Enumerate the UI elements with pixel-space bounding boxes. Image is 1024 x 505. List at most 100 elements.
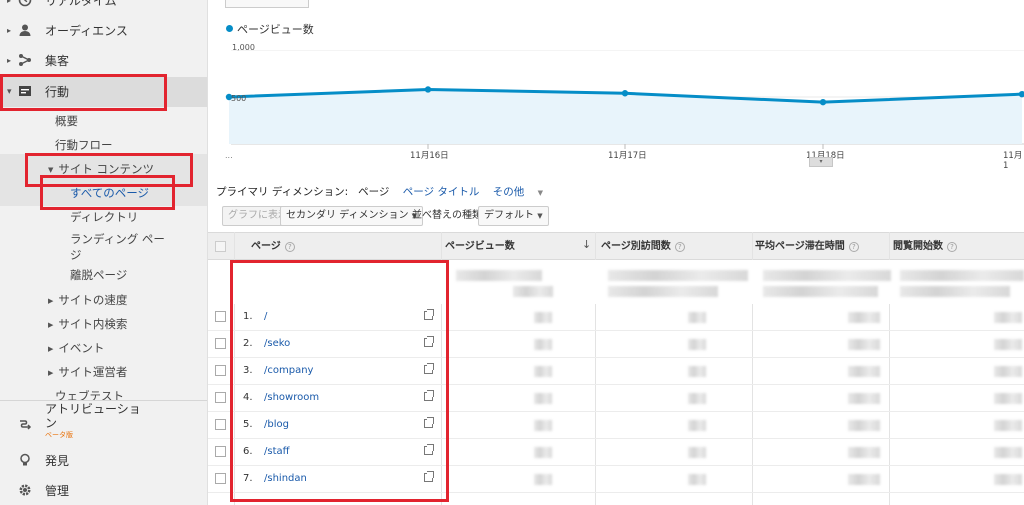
sidebar-item-attribution[interactable]: アトリビューショ ン — [0, 402, 207, 442]
page-path-link[interactable]: /blog — [264, 419, 289, 430]
sidebar-label: オーディエンス — [45, 24, 128, 38]
beta-badge: ベータ版 — [45, 431, 73, 439]
sidebar-item-exit-pages[interactable]: 離脱ページ — [70, 267, 127, 283]
blurred-value — [534, 366, 552, 377]
column-header-page[interactable]: ページ? — [251, 233, 295, 261]
sort-type-label: 並べ替えの種類: — [412, 210, 486, 221]
secondary-dimension-dropdown[interactable]: セカンダリ ディメンション ▼ — [280, 206, 424, 226]
blurred-value — [763, 270, 891, 281]
row-number: 3. — [243, 365, 253, 376]
blurred-value — [688, 339, 706, 350]
row-checkbox[interactable] — [215, 473, 226, 484]
acquisition-icon — [18, 53, 34, 69]
blurred-value — [534, 339, 552, 350]
blurred-value — [534, 420, 552, 431]
sidebar-item-acquisition[interactable]: ▸ 集客 — [0, 50, 207, 72]
column-header-pageviews[interactable]: ページビュー数 — [445, 233, 515, 261]
top-toolbar-button[interactable] — [225, 0, 309, 8]
sidebar-item-site-speed[interactable]: ▶ サイトの速度 — [48, 292, 127, 308]
dimension-page-title[interactable]: ページ タイトル — [403, 186, 480, 198]
sidebar-item-admin[interactable]: 管理 — [0, 480, 207, 502]
blurred-value — [900, 286, 1010, 297]
sort-descending-icon[interactable]: ↓ — [582, 238, 591, 251]
sidebar-item-events[interactable]: ▶ イベント — [48, 340, 104, 356]
sidebar-item-all-pages[interactable]: すべてのページ — [70, 185, 149, 201]
row-checkbox[interactable] — [215, 419, 226, 430]
blurred-value — [688, 393, 706, 404]
chart-point[interactable] — [424, 86, 432, 93]
help-icon[interactable]: ? — [947, 242, 957, 252]
header-label: ページビュー数 — [445, 241, 515, 252]
blurred-value — [848, 474, 880, 485]
page-path-link[interactable]: /staff — [264, 446, 290, 457]
sidebar-item-site-content[interactable]: ▼ サイト コンテンツ — [48, 161, 154, 177]
row-checkbox[interactable] — [215, 365, 226, 376]
blurred-value — [848, 393, 880, 404]
blurred-value — [688, 474, 706, 485]
blurred-value — [994, 339, 1022, 350]
open-external-icon[interactable] — [424, 471, 434, 482]
person-icon — [18, 23, 34, 39]
expand-arrow-icon: ▶ — [48, 297, 54, 305]
blurred-value — [608, 270, 748, 281]
sidebar-item-landing-pages[interactable]: ランディング ペー ジ — [70, 231, 165, 263]
dimension-page[interactable]: ページ — [358, 186, 389, 198]
sidebar-item-site-search[interactable]: ▶ サイト内検索 — [48, 316, 127, 332]
blurred-value — [534, 474, 552, 485]
chart-point[interactable] — [621, 90, 629, 97]
sidebar-label: リアルタイム — [45, 0, 117, 8]
blurred-value — [688, 420, 706, 431]
open-external-icon[interactable] — [424, 444, 434, 455]
header-label: 閲覧開始数 — [893, 241, 943, 252]
sidebar-item-overview[interactable]: 概要 — [55, 113, 78, 129]
expand-arrow-icon: ▸ — [7, 56, 12, 65]
column-header-entrances[interactable]: 閲覧開始数? — [893, 233, 957, 261]
page-path-link[interactable]: / — [264, 311, 267, 322]
sidebar-item-behavior[interactable]: ▾ 行動 — [0, 81, 207, 103]
sidebar-item-publisher[interactable]: ▶ サイト運営者 — [48, 364, 127, 380]
clock-icon — [18, 0, 34, 9]
row-checkbox[interactable] — [215, 338, 226, 349]
row-checkbox[interactable] — [215, 446, 226, 457]
sidebar-item-directory[interactable]: ディレクトリ — [70, 209, 138, 225]
chart-point[interactable] — [819, 98, 827, 106]
chart-resize-handle[interactable]: ▾ — [809, 157, 833, 167]
blurred-value — [994, 474, 1022, 485]
dimension-other[interactable]: その他 ▼ — [493, 186, 553, 198]
sidebar-item-discover[interactable]: 発見 — [0, 450, 207, 472]
row-checkbox[interactable] — [215, 392, 226, 403]
sidebar-item-audience[interactable]: ▸ オーディエンス — [0, 20, 207, 42]
help-icon[interactable]: ? — [284, 242, 295, 252]
open-external-icon[interactable] — [424, 363, 434, 374]
select-all-checkbox[interactable] — [215, 241, 226, 252]
open-external-icon[interactable] — [424, 390, 434, 401]
expand-arrow-icon: ▶ — [48, 345, 54, 353]
blurred-value — [534, 312, 552, 323]
sidebar-label: サイト コンテンツ — [58, 162, 155, 176]
open-external-icon[interactable] — [424, 417, 434, 428]
help-icon[interactable]: ? — [674, 242, 685, 252]
header-label: ページ別訪問数 — [601, 241, 671, 252]
sidebar-label: 発見 — [45, 454, 70, 468]
x-axis-label: 11月16日 — [410, 151, 449, 161]
open-external-icon[interactable] — [424, 309, 434, 320]
page-path-link[interactable]: /showroom — [264, 392, 319, 403]
blurred-value — [688, 366, 706, 377]
table-row: 4. /showroom — [208, 385, 1024, 412]
blurred-value — [994, 366, 1022, 377]
sidebar-label: サイト内検索 — [58, 317, 128, 331]
column-header-unique-pageviews[interactable]: ページ別訪問数? — [601, 233, 685, 261]
dropdown-label: デフォルト — [484, 210, 534, 221]
sidebar-item-behavior-flow[interactable]: 行動フロー — [55, 137, 113, 153]
page-path-link[interactable]: /seko — [264, 338, 290, 349]
page-path-link[interactable]: /company — [264, 365, 313, 376]
gear-icon — [18, 483, 34, 499]
sidebar-item-realtime[interactable]: ▸ リアルタイム — [0, 0, 207, 12]
help-icon[interactable]: ? — [848, 242, 859, 252]
row-checkbox[interactable] — [215, 311, 226, 322]
column-header-avg-time[interactable]: 平均ページ滞在時間? — [755, 233, 859, 261]
page-path-link[interactable]: /shindan — [264, 473, 307, 484]
collapse-arrow-icon: ▼ — [48, 166, 54, 174]
sort-type-dropdown[interactable]: デフォルト ▼ — [478, 206, 549, 226]
open-external-icon[interactable] — [424, 336, 434, 347]
